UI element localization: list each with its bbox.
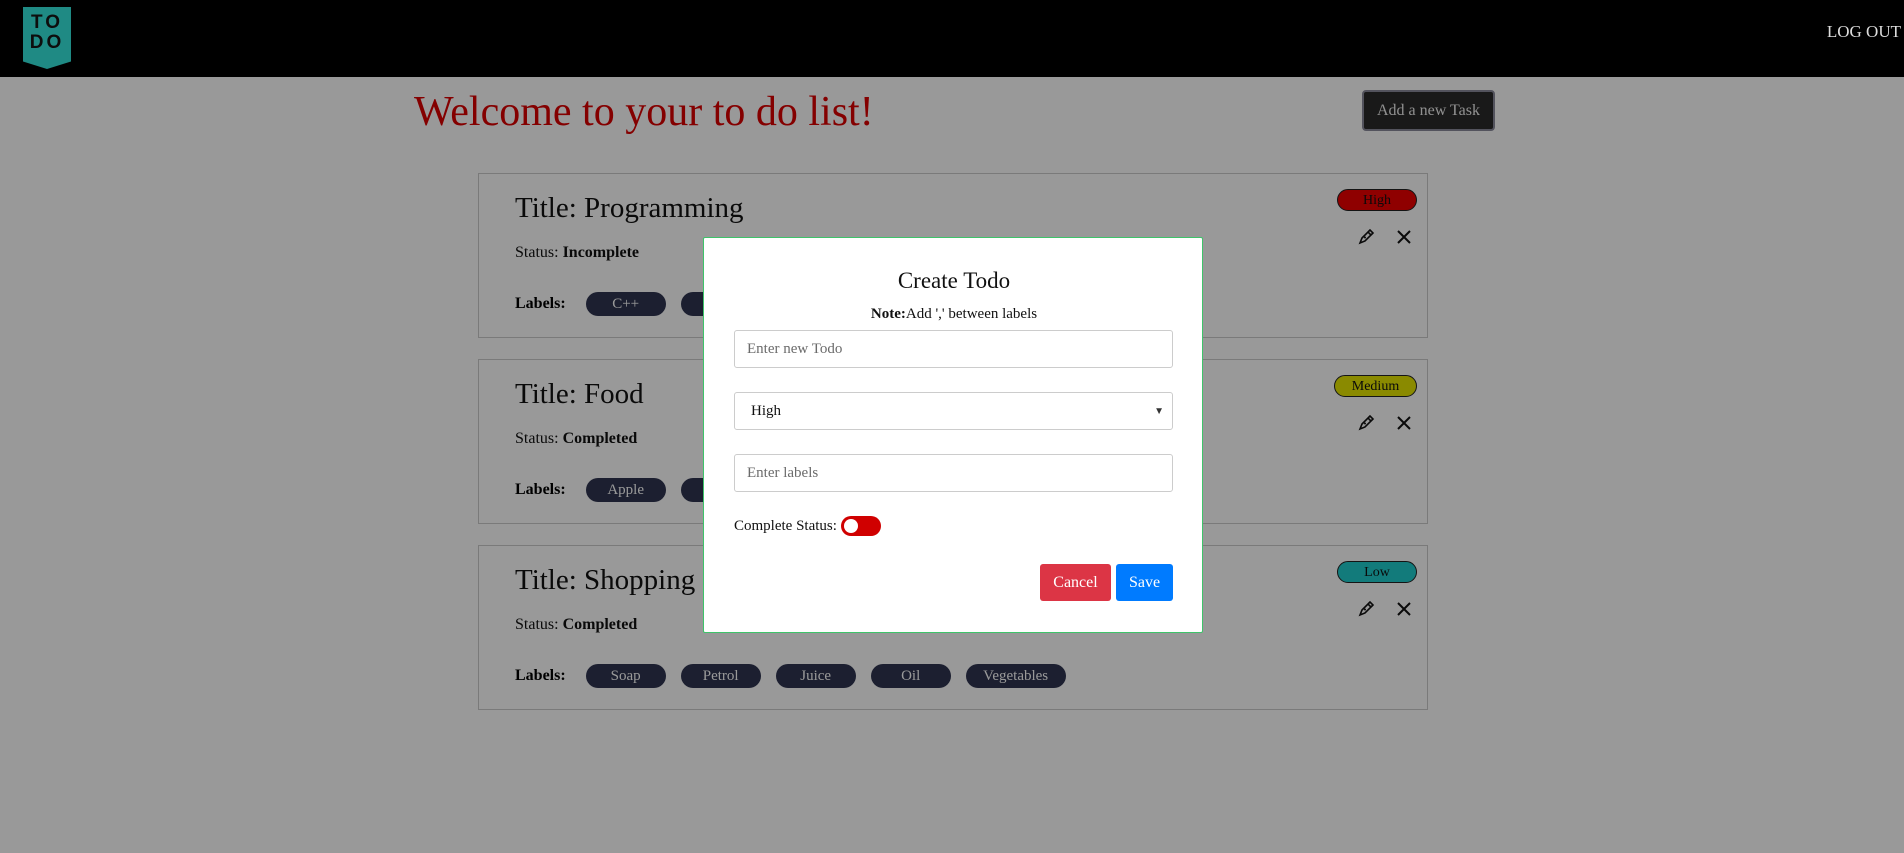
create-todo-modal: Create Todo Note:Add ',' between labels …: [703, 237, 1203, 633]
todo-title-input[interactable]: [734, 330, 1173, 368]
navbar: TO DO LOG OUT: [0, 0, 1904, 77]
modal-title: Create Todo: [897, 268, 1011, 293]
save-button[interactable]: Save: [1116, 564, 1173, 601]
logo-text: TO DO: [29, 12, 65, 53]
complete-status-row: Complete Status:: [734, 516, 881, 536]
note-label: Note:: [870, 306, 906, 322]
cancel-button[interactable]: Cancel: [1040, 564, 1111, 601]
priority-select[interactable]: High ▼: [734, 392, 1173, 430]
toggle-knob: [843, 519, 858, 533]
labels-input[interactable]: [734, 454, 1173, 492]
caret-down-icon: ▼: [1154, 405, 1164, 417]
note-text: Add ',' between labels: [905, 306, 1038, 322]
labels-note: Note:Add ',' between labels: [704, 306, 1204, 323]
complete-status-label: Complete Status:: [734, 517, 837, 534]
priority-select-value: High: [751, 402, 781, 419]
todo-logo[interactable]: TO DO: [23, 7, 71, 69]
complete-status-toggle[interactable]: [840, 516, 881, 536]
logout-link[interactable]: LOG OUT: [1827, 22, 1901, 42]
